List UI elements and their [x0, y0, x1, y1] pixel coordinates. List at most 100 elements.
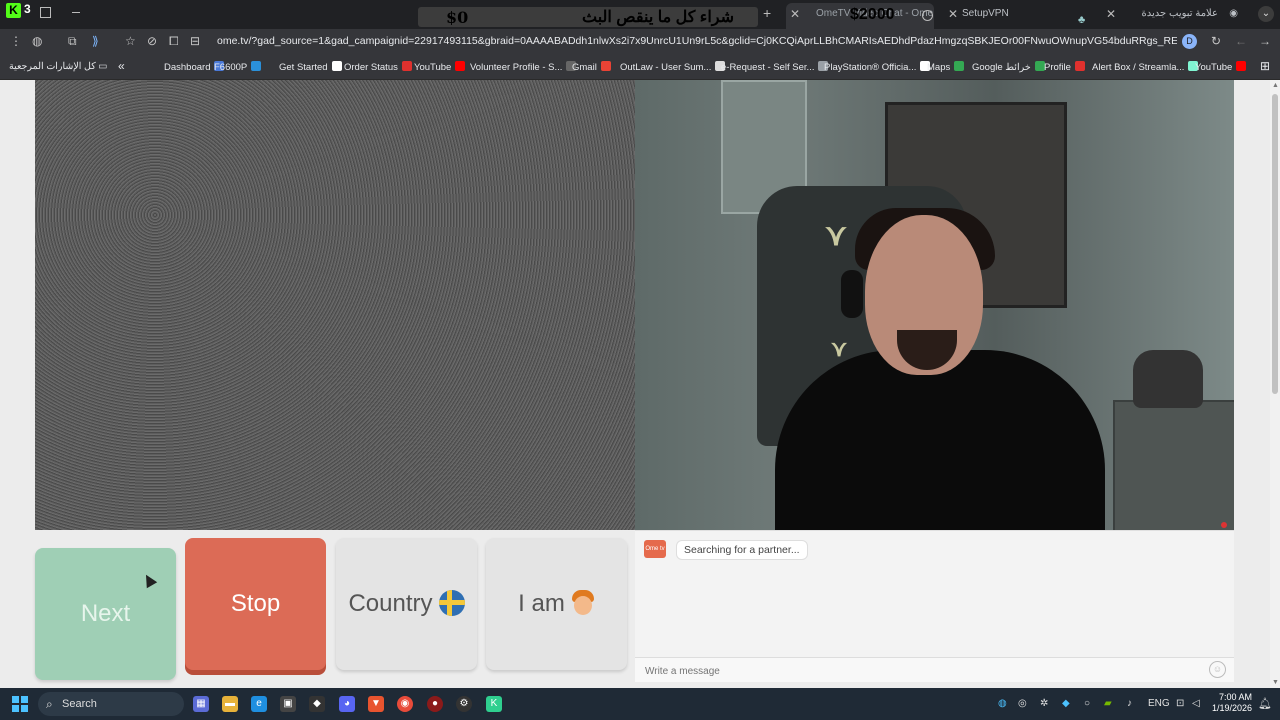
- widgets-icon[interactable]: ▦: [193, 696, 209, 712]
- clock-time: 7:00 AM: [1218, 692, 1252, 702]
- taskbar-clock[interactable]: 7:00 AM 1/19/2026: [1212, 692, 1252, 714]
- bookmark-item[interactable]: Profile: [1044, 61, 1085, 73]
- close-icon[interactable]: ✕: [790, 3, 800, 25]
- page-scrollbar[interactable]: ▲ ▼: [1270, 80, 1280, 688]
- bookmark-favicon-icon: [1074, 61, 1085, 71]
- puzzle-icon[interactable]: ⧉: [68, 34, 77, 49]
- tab-setupvpn[interactable]: ✕ SetupVPN ♣: [944, 3, 1104, 29]
- country-button[interactable]: Country: [336, 538, 477, 670]
- tray-app-icon[interactable]: ◎: [1018, 698, 1027, 709]
- bookmark-label: Volunteer Profile - S...: [470, 62, 563, 73]
- overlay-amount: $0: [446, 8, 469, 27]
- tray-settings-icon[interactable]: ✲: [1040, 698, 1048, 709]
- minimize-icon[interactable]: [72, 12, 80, 13]
- windows-taskbar: ⌕ Search ▦ ▬ e ▣ ◆ ◕ ▼ ◉ ● ⚙ K ◍ ◎ ✲ ◆ ○…: [0, 688, 1280, 720]
- volume-icon[interactable]: ◁: [1192, 698, 1200, 709]
- bookmark-favicon-icon: [401, 61, 412, 71]
- nvidia-icon[interactable]: ▰: [1104, 698, 1112, 709]
- partner-video-static: [35, 80, 635, 530]
- tray-app-icon[interactable]: ◆: [1062, 698, 1070, 709]
- bookmark-item[interactable]: OutLaw - User Sum...: [620, 61, 726, 73]
- reload-icon[interactable]: ↻: [1211, 34, 1221, 48]
- apps-grid-icon[interactable]: ⊞: [1260, 59, 1270, 73]
- restore-icon[interactable]: [40, 7, 51, 18]
- bookmark-item[interactable]: Alert Box / Streamla...: [1092, 61, 1199, 73]
- boy-emoji-icon: [571, 590, 595, 616]
- tab-new[interactable]: ✕ علامة تبويب جديدة ◉: [1100, 3, 1250, 29]
- store-icon[interactable]: ▣: [280, 696, 296, 712]
- bookmark-star-icon[interactable]: ☆: [125, 34, 136, 48]
- bookmark-item[interactable]: e-Request - Self Ser...: [721, 61, 829, 73]
- bookmark-item[interactable]: F6600P: [214, 61, 262, 73]
- taskbar-search[interactable]: ⌕ Search: [38, 692, 184, 716]
- all-bookmarks-folder[interactable]: ▭ كل الإشارات المرجعية: [9, 61, 107, 72]
- bookmark-label: YouTube: [414, 62, 452, 73]
- emoji-icon[interactable]: ☺: [1209, 661, 1226, 678]
- tray-app-icon[interactable]: ○: [1084, 698, 1090, 709]
- microphone-icon[interactable]: ♪: [1127, 698, 1132, 709]
- bookmark-item[interactable]: Get Started: [279, 61, 342, 73]
- sweden-flag-icon: [438, 590, 465, 616]
- i-am-button[interactable]: I am: [486, 538, 627, 670]
- close-icon[interactable]: ✕: [1106, 3, 1116, 25]
- eye-off-icon[interactable]: ⊘: [147, 34, 157, 48]
- language-indicator[interactable]: ENG: [1148, 698, 1170, 709]
- windows-start-icon[interactable]: [12, 696, 28, 712]
- scroll-up-icon[interactable]: ▲: [1272, 82, 1279, 89]
- edge-icon[interactable]: e: [251, 696, 267, 712]
- back-icon[interactable]: →: [1259, 34, 1271, 48]
- bookmark-item[interactable]: PlayStation® Officia...: [824, 61, 931, 73]
- tab-ometv[interactable]: ✕ OmeTV Video Chat - Ome $2000: [786, 3, 934, 29]
- bookmark-item[interactable]: Maps: [927, 61, 965, 73]
- bookmark-label: Google خرائط: [972, 62, 1031, 73]
- cast-icon[interactable]: ⟫: [92, 34, 99, 48]
- next-button[interactable]: Next: [35, 548, 176, 680]
- forward-icon[interactable]: ←: [1235, 34, 1247, 48]
- file-explorer-icon[interactable]: ▬: [222, 696, 238, 712]
- bookmark-item[interactable]: Order Status: [344, 61, 412, 73]
- extension-icon[interactable]: ◍: [32, 34, 42, 48]
- folder-label: كل الإشارات المرجعية: [9, 61, 96, 72]
- shelf: [1113, 400, 1234, 530]
- bookmark-label: PlayStation® Officia...: [824, 62, 917, 73]
- chrome-icon[interactable]: ◉: [397, 696, 413, 712]
- tray-app-icon[interactable]: ◍: [998, 698, 1007, 709]
- tab-search-chevron-icon[interactable]: ⌄: [1258, 6, 1274, 22]
- notification-bell-icon[interactable]: 🔔︎: [1258, 697, 1272, 710]
- profile-avatar[interactable]: D: [1182, 34, 1197, 49]
- close-icon[interactable]: ✕: [948, 3, 958, 25]
- scrollbar-thumb[interactable]: [1272, 94, 1278, 394]
- site-info-icon[interactable]: ⊟: [190, 34, 200, 48]
- bookmark-label: YouTube: [1195, 62, 1233, 73]
- bookmark-label: Gmail: [572, 62, 597, 73]
- discord-icon[interactable]: ◕: [339, 696, 355, 712]
- bookmark-item[interactable]: Google خرائط: [972, 61, 1045, 73]
- network-icon[interactable]: ⊡: [1176, 698, 1184, 709]
- menu-dots-icon[interactable]: ⋮: [10, 34, 22, 48]
- scroll-down-icon[interactable]: ▼: [1272, 679, 1279, 686]
- bookmark-favicon-icon: [251, 61, 262, 71]
- bookmark-item[interactable]: Volunteer Profile - S...: [470, 61, 577, 73]
- tab-amount-overlay: $2000: [850, 6, 895, 23]
- chevron-left-icon[interactable]: «: [118, 59, 125, 73]
- message-input[interactable]: [643, 662, 1197, 680]
- search-label: Search: [62, 698, 97, 710]
- stop-button[interactable]: Stop: [185, 538, 326, 670]
- install-icon[interactable]: ⧠: [169, 34, 179, 49]
- bookmark-item[interactable]: YouTube: [1195, 61, 1247, 73]
- chair-logo-icon: ⋎: [831, 336, 848, 361]
- kick-logo-icon[interactable]: K: [6, 3, 21, 18]
- bookmark-item[interactable]: Gmail: [572, 61, 611, 73]
- address-bar[interactable]: ome.tv/?gad_source=1&gad_campaignid=2291…: [217, 35, 1177, 47]
- bookmark-label: Get Started: [279, 62, 328, 73]
- kick-app-icon[interactable]: K: [486, 696, 502, 712]
- bookmark-item[interactable]: YouTube: [414, 61, 466, 73]
- red-app-icon[interactable]: ●: [427, 696, 443, 712]
- bookmark-favicon-icon: [600, 61, 611, 71]
- new-tab-plus-icon[interactable]: +: [763, 5, 771, 21]
- brave-icon[interactable]: ▼: [368, 696, 384, 712]
- steam-icon[interactable]: ⚙: [456, 696, 472, 712]
- bookmark-label: Alert Box / Streamla...: [1092, 62, 1185, 73]
- app-icon[interactable]: ◆: [309, 696, 325, 712]
- chair-logo-icon: ⋎: [825, 219, 847, 252]
